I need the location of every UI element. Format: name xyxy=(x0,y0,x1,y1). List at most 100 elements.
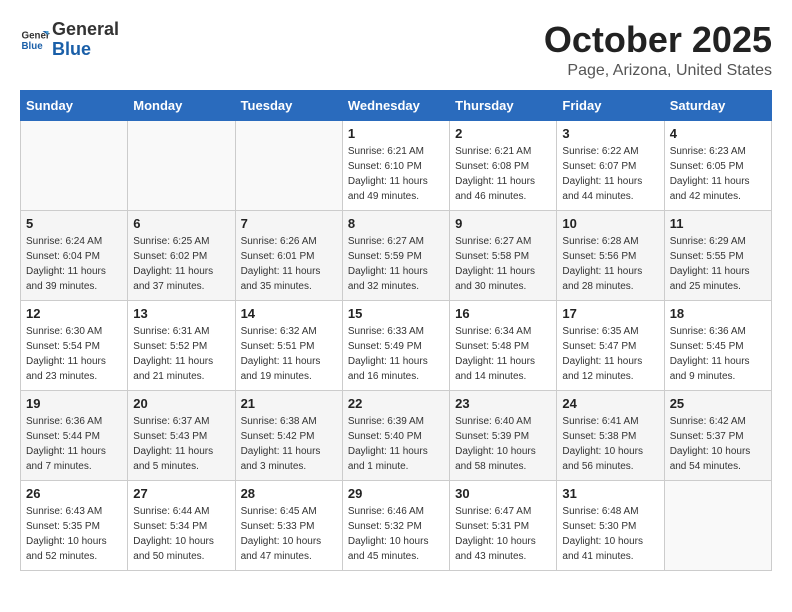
cell-content: Sunrise: 6:33 AMSunset: 5:49 PMDaylight:… xyxy=(348,324,444,384)
day-number: 15 xyxy=(348,306,444,321)
calendar-cell: 19 Sunrise: 6:36 AMSunset: 5:44 PMDayligh… xyxy=(21,390,128,480)
calendar-cell: 5 Sunrise: 6:24 AMSunset: 6:04 PMDaylight… xyxy=(21,210,128,300)
header-wednesday: Wednesday xyxy=(342,90,449,120)
day-number: 24 xyxy=(562,396,658,411)
day-number: 25 xyxy=(670,396,766,411)
cell-content: Sunrise: 6:24 AMSunset: 6:04 PMDaylight:… xyxy=(26,234,122,294)
calendar-cell: 3Sunrise: 6:22 AMSunset: 6:07 PMDaylight… xyxy=(557,120,664,210)
calendar-cell xyxy=(235,120,342,210)
day-number: 29 xyxy=(348,486,444,501)
page-header: General Blue General Blue October 2025 P… xyxy=(20,20,772,80)
cell-content: Sunrise: 6:22 AMSunset: 6:07 PMDaylight:… xyxy=(562,144,658,204)
cell-content: Sunrise: 6:48 AMSunset: 5:30 PMDaylight:… xyxy=(562,504,658,564)
day-number: 23 xyxy=(455,396,551,411)
day-number: 20 xyxy=(133,396,229,411)
day-number: 5 xyxy=(26,216,122,231)
calendar-cell: 28 Sunrise: 6:45 AMSunset: 5:33 PMDayligh… xyxy=(235,480,342,570)
day-number: 21 xyxy=(241,396,337,411)
cell-content: Sunrise: 6:27 AMSunset: 5:59 PMDaylight:… xyxy=(348,234,444,294)
day-number: 9 xyxy=(455,216,551,231)
week-row-5: 26 Sunrise: 6:43 AMSunset: 5:35 PMDayligh… xyxy=(21,480,772,570)
calendar-cell: 7Sunrise: 6:26 AMSunset: 6:01 PMDaylight… xyxy=(235,210,342,300)
day-number: 18 xyxy=(670,306,766,321)
header-tuesday: Tuesday xyxy=(235,90,342,120)
cell-content: Sunrise: 6:44 AMSunset: 5:34 PMDaylight:… xyxy=(133,504,229,564)
calendar-cell: 10Sunrise: 6:28 AMSunset: 5:56 PMDayligh… xyxy=(557,210,664,300)
cell-content: Sunrise: 6:31 AMSunset: 5:52 PMDaylight:… xyxy=(133,324,229,384)
calendar-cell xyxy=(664,480,771,570)
cell-content: Sunrise: 6:28 AMSunset: 5:56 PMDaylight:… xyxy=(562,234,658,294)
cell-content: Sunrise: 6:36 AMSunset: 5:45 PMDaylight:… xyxy=(670,324,766,384)
calendar-cell: 23 Sunrise: 6:40 AMSunset: 5:39 PMDayligh… xyxy=(450,390,557,480)
calendar-cell: 25 Sunrise: 6:42 AMSunset: 5:37 PMDayligh… xyxy=(664,390,771,480)
calendar-cell: 18 Sunrise: 6:36 AMSunset: 5:45 PMDayligh… xyxy=(664,300,771,390)
cell-content: Sunrise: 6:36 AMSunset: 5:44 PMDaylight:… xyxy=(26,414,122,474)
week-row-3: 12 Sunrise: 6:30 AMSunset: 5:54 PMDayligh… xyxy=(21,300,772,390)
day-number: 22 xyxy=(348,396,444,411)
cell-content: Sunrise: 6:41 AMSunset: 5:38 PMDaylight:… xyxy=(562,414,658,474)
cell-content: Sunrise: 6:23 AMSunset: 6:05 PMDaylight:… xyxy=(670,144,766,204)
calendar-cell: 17Sunrise: 6:35 AMSunset: 5:47 PMDayligh… xyxy=(557,300,664,390)
cell-content: Sunrise: 6:35 AMSunset: 5:47 PMDaylight:… xyxy=(562,324,658,384)
day-number: 4 xyxy=(670,126,766,141)
logo-icon: General Blue xyxy=(20,25,50,55)
calendar-cell: 9 Sunrise: 6:27 AMSunset: 5:58 PMDaylight… xyxy=(450,210,557,300)
calendar-cell xyxy=(128,120,235,210)
calendar-table: SundayMondayTuesdayWednesdayThursdayFrid… xyxy=(20,90,772,571)
cell-content: Sunrise: 6:25 AMSunset: 6:02 PMDaylight:… xyxy=(133,234,229,294)
day-number: 12 xyxy=(26,306,122,321)
calendar-cell: 11Sunrise: 6:29 AMSunset: 5:55 PMDayligh… xyxy=(664,210,771,300)
cell-content: Sunrise: 6:27 AMSunset: 5:58 PMDaylight:… xyxy=(455,234,551,294)
logo-text-general: General xyxy=(52,20,119,40)
header-sunday: Sunday xyxy=(21,90,128,120)
day-number: 16 xyxy=(455,306,551,321)
calendar-cell: 27Sunrise: 6:44 AMSunset: 5:34 PMDayligh… xyxy=(128,480,235,570)
calendar-cell: 12 Sunrise: 6:30 AMSunset: 5:54 PMDayligh… xyxy=(21,300,128,390)
logo: General Blue General Blue xyxy=(20,20,119,60)
calendar-cell: 14 Sunrise: 6:32 AMSunset: 5:51 PMDayligh… xyxy=(235,300,342,390)
week-row-1: 1Sunrise: 6:21 AMSunset: 6:10 PMDaylight… xyxy=(21,120,772,210)
header-saturday: Saturday xyxy=(664,90,771,120)
day-number: 8 xyxy=(348,216,444,231)
cell-content: Sunrise: 6:42 AMSunset: 5:37 PMDaylight:… xyxy=(670,414,766,474)
day-number: 19 xyxy=(26,396,122,411)
cell-content: Sunrise: 6:32 AMSunset: 5:51 PMDaylight:… xyxy=(241,324,337,384)
calendar-cell: 22 Sunrise: 6:39 AMSunset: 5:40 PMDayligh… xyxy=(342,390,449,480)
cell-content: Sunrise: 6:47 AMSunset: 5:31 PMDaylight:… xyxy=(455,504,551,564)
calendar-cell: 26 Sunrise: 6:43 AMSunset: 5:35 PMDayligh… xyxy=(21,480,128,570)
cell-content: Sunrise: 6:34 AMSunset: 5:48 PMDaylight:… xyxy=(455,324,551,384)
day-number: 28 xyxy=(241,486,337,501)
svg-text:Blue: Blue xyxy=(22,41,44,52)
calendar-cell: 20 Sunrise: 6:37 AMSunset: 5:43 PMDayligh… xyxy=(128,390,235,480)
calendar-cell: 24 Sunrise: 6:41 AMSunset: 5:38 PMDayligh… xyxy=(557,390,664,480)
cell-content: Sunrise: 6:21 AMSunset: 6:10 PMDaylight:… xyxy=(348,144,444,204)
calendar-cell: 16 Sunrise: 6:34 AMSunset: 5:48 PMDayligh… xyxy=(450,300,557,390)
day-number: 26 xyxy=(26,486,122,501)
calendar-header-row: SundayMondayTuesdayWednesdayThursdayFrid… xyxy=(21,90,772,120)
cell-content: Sunrise: 6:46 AMSunset: 5:32 PMDaylight:… xyxy=(348,504,444,564)
week-row-4: 19 Sunrise: 6:36 AMSunset: 5:44 PMDayligh… xyxy=(21,390,772,480)
header-thursday: Thursday xyxy=(450,90,557,120)
cell-content: Sunrise: 6:37 AMSunset: 5:43 PMDaylight:… xyxy=(133,414,229,474)
day-number: 31 xyxy=(562,486,658,501)
cell-content: Sunrise: 6:45 AMSunset: 5:33 PMDaylight:… xyxy=(241,504,337,564)
calendar-cell: 29 Sunrise: 6:46 AMSunset: 5:32 PMDayligh… xyxy=(342,480,449,570)
calendar-cell: 8 Sunrise: 6:27 AMSunset: 5:59 PMDaylight… xyxy=(342,210,449,300)
calendar-cell: 13Sunrise: 6:31 AMSunset: 5:52 PMDayligh… xyxy=(128,300,235,390)
day-number: 14 xyxy=(241,306,337,321)
cell-content: Sunrise: 6:26 AMSunset: 6:01 PMDaylight:… xyxy=(241,234,337,294)
cell-content: Sunrise: 6:43 AMSunset: 5:35 PMDaylight:… xyxy=(26,504,122,564)
day-number: 6 xyxy=(133,216,229,231)
calendar-cell xyxy=(21,120,128,210)
month-title: October 2025 xyxy=(544,20,772,60)
calendar-cell: 2Sunrise: 6:21 AMSunset: 6:08 PMDaylight… xyxy=(450,120,557,210)
header-friday: Friday xyxy=(557,90,664,120)
cell-content: Sunrise: 6:40 AMSunset: 5:39 PMDaylight:… xyxy=(455,414,551,474)
cell-content: Sunrise: 6:39 AMSunset: 5:40 PMDaylight:… xyxy=(348,414,444,474)
cell-content: Sunrise: 6:21 AMSunset: 6:08 PMDaylight:… xyxy=(455,144,551,204)
calendar-cell: 21Sunrise: 6:38 AMSunset: 5:42 PMDayligh… xyxy=(235,390,342,480)
cell-content: Sunrise: 6:29 AMSunset: 5:55 PMDaylight:… xyxy=(670,234,766,294)
calendar-cell: 4 Sunrise: 6:23 AMSunset: 6:05 PMDaylight… xyxy=(664,120,771,210)
location-title: Page, Arizona, United States xyxy=(544,62,772,80)
cell-content: Sunrise: 6:30 AMSunset: 5:54 PMDaylight:… xyxy=(26,324,122,384)
